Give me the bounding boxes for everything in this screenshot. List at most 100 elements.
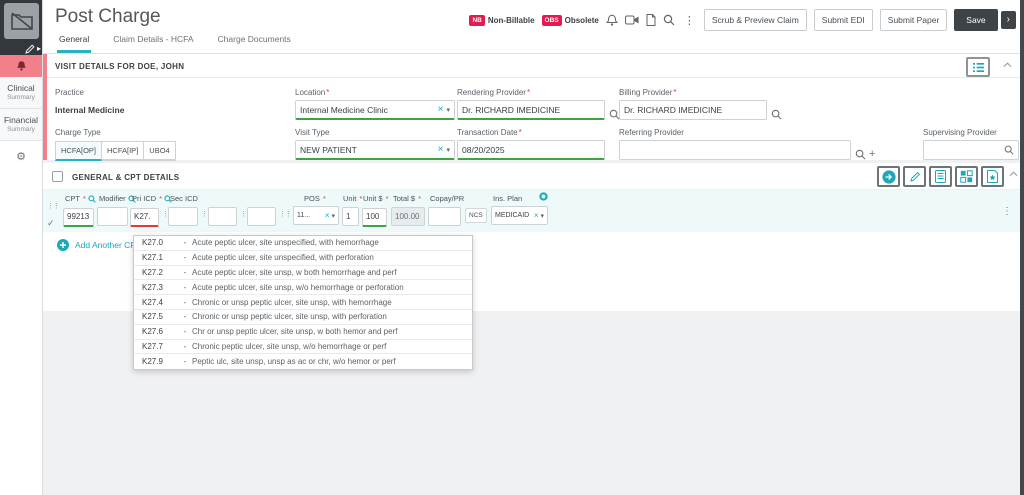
- ins-plan-info-icon[interactable]: [539, 192, 548, 201]
- chevron-down-icon[interactable]: ▾: [446, 146, 450, 154]
- edit-charge-button[interactable]: [903, 166, 926, 187]
- row-drag-handle[interactable]: ⋮⋮: [47, 203, 60, 210]
- save-more-button[interactable]: ›: [1000, 11, 1016, 29]
- charge-type-toggle: HCFA[OP] HCFA[IP] UBO4: [55, 141, 176, 161]
- clear-icon[interactable]: ×: [438, 144, 444, 155]
- billing-provider-input[interactable]: [624, 105, 762, 115]
- post-charge-arrow-button[interactable]: [877, 166, 900, 187]
- icd-option[interactable]: K27.1- Acute peptic ulcer, site unspecifi…: [134, 251, 472, 266]
- row-more-options-icon[interactable]: ⋮: [1002, 206, 1012, 217]
- cpt-section-checkbox[interactable]: [52, 171, 63, 182]
- total-input: [391, 207, 425, 226]
- clear-icon[interactable]: ×: [325, 211, 330, 221]
- charge-type-ub04[interactable]: UBO4: [144, 141, 176, 161]
- alert-bell-icon: [16, 60, 27, 72]
- clear-icon[interactable]: ×: [534, 211, 539, 221]
- visit-details-panel: VISIT DETAILS FOR DOE, JOHN Practice Int…: [43, 54, 1020, 161]
- bell-icon[interactable]: [605, 14, 618, 27]
- charge-type-field: Charge Type HCFA[OP] HCFA[IP] UBO4: [55, 128, 176, 161]
- save-button[interactable]: Save: [954, 9, 998, 31]
- tab-claim-details-hcfa[interactable]: Claim Details - HCFA: [111, 34, 195, 53]
- sidebar-item-clinical-summary[interactable]: Clinical Summary: [0, 77, 42, 109]
- rendering-provider-field: Rendering Provider*: [457, 88, 620, 120]
- sec-icd-input-3[interactable]: [247, 207, 276, 226]
- checkbox-grid-button[interactable]: [955, 166, 978, 187]
- pos-select[interactable]: 11... × ▾: [293, 206, 339, 225]
- supervising-search-icon[interactable]: [1004, 145, 1014, 155]
- icd-option[interactable]: K27.6- Chr or unsp peptic ulcer, site uns…: [134, 325, 472, 340]
- modifier-input[interactable]: [97, 207, 128, 226]
- more-options-icon[interactable]: ⋮: [682, 14, 697, 27]
- icd-option[interactable]: K27.3- Acute peptic ulcer, site unsp, w/o…: [134, 280, 472, 296]
- copay-input[interactable]: [428, 207, 461, 226]
- cpt-row: ⋮⋮ ✓ CPT* Modifier Pri ICD* ⋮⋮ Sec ICD ⋮…: [43, 190, 1020, 232]
- charge-type-hcfa-ip[interactable]: HCFA[IP]: [102, 141, 145, 161]
- practice-field: Practice Internal Medicine: [55, 88, 125, 115]
- tab-bar: General Claim Details - HCFA Charge Docu…: [57, 34, 293, 53]
- unit-price-input[interactable]: [362, 207, 387, 227]
- sec-icd-input-2[interactable]: [208, 207, 237, 226]
- top-bar: Post Charge General Claim Details - HCFA…: [43, 0, 1024, 54]
- icd-option[interactable]: K27.9- Peptic ulc, site unsp, unsp as ac …: [134, 354, 472, 369]
- document-icon[interactable]: [646, 14, 656, 26]
- submit-edi-button[interactable]: Submit EDI: [813, 9, 873, 31]
- cpt-code-input[interactable]: [63, 207, 94, 227]
- video-icon[interactable]: [624, 15, 639, 25]
- cpt-section-title: GENERAL & CPT DETAILS: [72, 173, 180, 182]
- sec-icd-input-1[interactable]: [168, 207, 198, 226]
- visit-details-header: VISIT DETAILS FOR DOE, JOHN: [47, 54, 1020, 78]
- charge-type-hcfa-op[interactable]: HCFA[OP]: [55, 141, 103, 161]
- visit-type-input[interactable]: [300, 144, 436, 155]
- add-referring-provider-icon[interactable]: +: [869, 148, 875, 160]
- referring-provider-input[interactable]: [624, 145, 846, 155]
- edit-photo-icon[interactable]: [25, 44, 35, 54]
- chevron-down-icon: ▾: [540, 212, 544, 220]
- window-edge: [1020, 0, 1024, 495]
- ncs-button[interactable]: NCS: [465, 208, 487, 223]
- sidebar-item-financial-summary[interactable]: Financial Summary: [0, 109, 42, 141]
- gear-icon[interactable]: ⚙: [0, 141, 42, 163]
- add-cpt-icon[interactable]: [57, 238, 69, 251]
- referring-search-icon[interactable]: [855, 149, 866, 160]
- sidebar-expand-icon[interactable]: ▸: [37, 45, 41, 53]
- tab-general[interactable]: General: [57, 34, 92, 53]
- chevron-down-icon[interactable]: ▾: [446, 106, 450, 114]
- scrub-preview-claim-button[interactable]: Scrub & Preview Claim: [703, 9, 807, 31]
- location-field: Location* × ▾: [295, 88, 455, 120]
- icd-option[interactable]: K27.2- Acute peptic ulcer, site unsp, w b…: [134, 266, 472, 281]
- pri-icd-input[interactable]: [130, 207, 159, 227]
- icd-option[interactable]: K27.7- Chronic peptic ulcer, site unsp, w…: [134, 340, 472, 355]
- patient-photo-block: ▸: [0, 0, 42, 55]
- tab-charge-documents[interactable]: Charge Documents: [216, 34, 293, 53]
- icd-option[interactable]: K27.4- Chronic or unsp peptic ulcer, site…: [134, 295, 472, 310]
- add-another-cpt-link[interactable]: Add Another CPT: [75, 240, 141, 250]
- cpt-search-icon[interactable]: [88, 194, 96, 203]
- sec-icd-drag-handle[interactable]: ⋮⋮: [279, 211, 292, 218]
- row-check-icon: ✓: [47, 218, 55, 228]
- icd-autocomplete-dropdown: K27.0- Acute peptic ulcer, site unspecifi…: [133, 235, 473, 371]
- rendering-provider-input[interactable]: [462, 104, 600, 115]
- supervising-provider-input[interactable]: [928, 145, 1004, 155]
- alerts-section[interactable]: [0, 55, 42, 77]
- transaction-date-input[interactable]: [462, 144, 600, 155]
- ins-plan-select[interactable]: MEDICAID × ▾: [491, 206, 548, 225]
- document-star-button[interactable]: [981, 166, 1004, 187]
- chevron-down-icon: ▾: [331, 212, 335, 220]
- obsolete-flag: OBS Obsolete: [541, 14, 599, 26]
- practice-value: Internal Medicine: [55, 105, 125, 115]
- submit-paper-button[interactable]: Submit Paper: [879, 9, 948, 31]
- cpt-collapse-icon[interactable]: [1009, 171, 1018, 177]
- billing-search-icon[interactable]: [771, 109, 782, 120]
- non-billable-flag: NB Non-Billable: [469, 14, 535, 26]
- icd-option[interactable]: K27.5- Chronic or unsp peptic ulcer, site…: [134, 310, 472, 325]
- clear-icon[interactable]: ×: [438, 104, 444, 115]
- visit-form: Practice Internal Medicine Location* × ▾…: [47, 78, 1020, 161]
- unit-input[interactable]: [342, 207, 359, 226]
- charge-notes-button[interactable]: [929, 166, 952, 187]
- visit-list-button[interactable]: [966, 57, 990, 77]
- search-icon[interactable]: [663, 14, 675, 26]
- icd-option[interactable]: K27.0- Acute peptic ulcer, site unspecifi…: [134, 236, 472, 251]
- visit-collapse-icon[interactable]: [1003, 62, 1012, 68]
- location-input[interactable]: [300, 104, 436, 115]
- left-sidebar: ▸ Clinical Summary Financial Summary ⚙: [0, 0, 43, 495]
